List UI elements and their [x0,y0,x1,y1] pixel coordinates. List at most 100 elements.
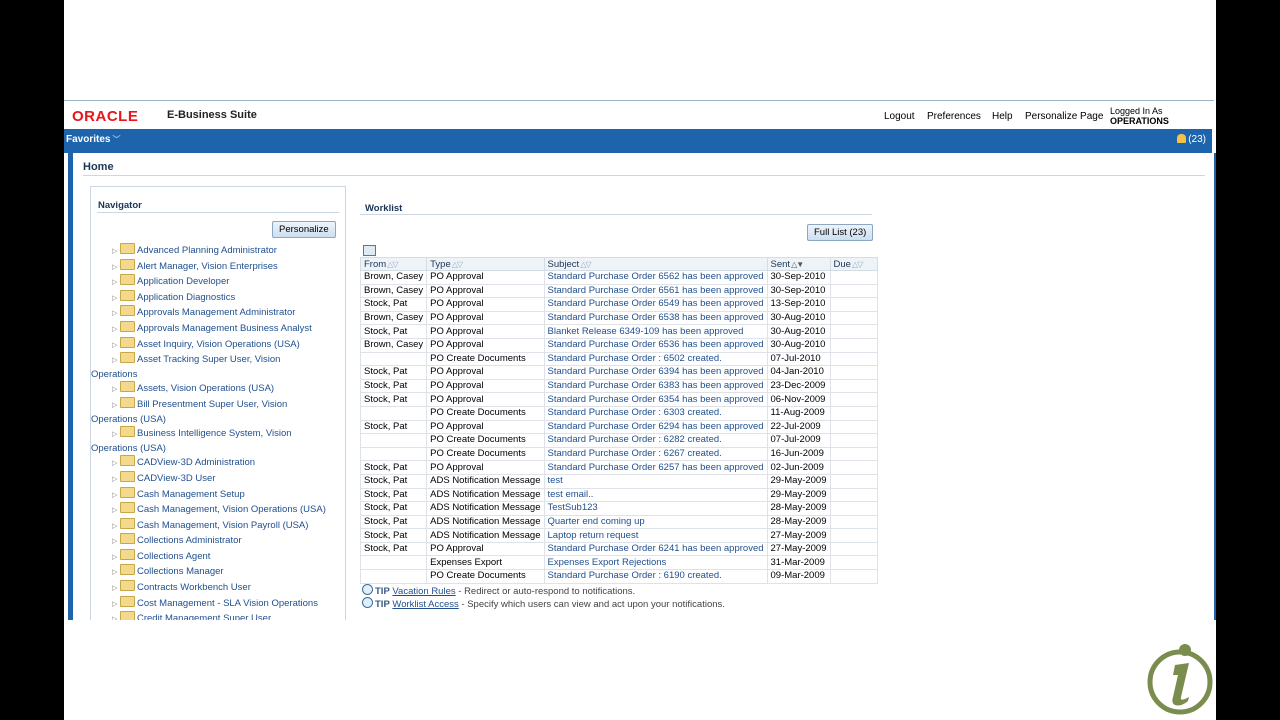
expand-arrow-icon[interactable]: ▷ [112,307,120,321]
personalize-page-link[interactable]: Personalize Page [1025,111,1103,122]
navigator-item[interactable]: ▷ Advanced Planning Administrator [112,243,344,259]
expand-arrow-icon[interactable]: ▷ [112,473,120,487]
navigator-item[interactable]: ▷ Collections Agent [112,548,344,565]
column-header-subject[interactable]: Subject△▽ [543,257,768,271]
expand-arrow-icon[interactable]: ▷ [112,551,120,565]
navigator-item-label-continued[interactable]: Operations (USA) [91,413,344,427]
navigator-item[interactable]: ▷ Approvals Management Business Analyst [112,320,344,337]
subject-link[interactable]: Standard Purchase Order 6294 has been ap… [543,419,768,435]
subject-link[interactable]: Quarter end coming up [543,514,768,530]
navigator-item[interactable]: ▷ Contracts Workbench User [112,580,344,596]
expand-arrow-icon[interactable]: ▷ [112,323,120,337]
subject-link[interactable]: Standard Purchase Order 6536 has been ap… [543,337,768,353]
navigator-item-label[interactable]: Business Intelligence System, Vision [137,428,292,439]
personalize-button[interactable]: Personalize [272,221,336,238]
navigator-item[interactable]: ▷ Cash Management, Vision Operations (USA… [112,502,344,518]
navigator-item-label[interactable]: Credit Management Super User [137,613,271,620]
navigator-item-label[interactable]: Advanced Planning Administrator [137,245,277,256]
navigator-item[interactable]: ▷ Approvals Management Administrator [112,305,344,321]
expand-arrow-icon[interactable]: ▷ [112,457,120,471]
expand-arrow-icon[interactable]: ▷ [112,613,120,620]
subject-link[interactable]: Standard Purchase Order 6561 has been ap… [543,283,768,299]
notifications-button[interactable]: (23) [1177,134,1206,145]
subject-link[interactable]: Standard Purchase Order 6562 has been ap… [543,270,768,285]
subject-link[interactable]: Standard Purchase Order 6257 has been ap… [543,460,768,475]
navigator-item-label[interactable]: Collections Administrator [137,535,242,546]
navigator-item[interactable]: ▷ Cost Management - SLA Vision Operations [112,595,344,612]
expand-arrow-icon[interactable]: ▷ [112,261,120,275]
subject-link[interactable]: test [543,473,768,489]
column-header-sent[interactable]: Sent△▼ [766,257,831,271]
expand-arrow-icon[interactable]: ▷ [112,566,120,580]
navigator-item[interactable]: ▷ CADView-3D User [112,470,344,487]
worklist-access-link[interactable]: Worklist Access [392,599,458,610]
preferences-link[interactable]: Preferences [927,111,981,122]
help-link[interactable]: Help [992,111,1013,122]
expand-arrow-icon[interactable]: ▷ [112,520,120,534]
navigator-item-label[interactable]: Approvals Management Administrator [137,307,295,318]
expand-arrow-icon[interactable]: ▷ [112,504,120,518]
navigator-item-label[interactable]: Asset Inquiry, Vision Operations (USA) [137,339,300,350]
navigator-item[interactable]: ▷ Business Intelligence System, Vision Ope… [91,426,344,455]
navigator-item-label[interactable]: CADView-3D Administration [137,457,255,468]
navigator-item[interactable]: ▷ Cash Management, Vision Payroll (USA) [112,517,344,534]
expand-arrow-icon[interactable]: ▷ [112,535,120,549]
expand-arrow-icon[interactable]: ▷ [112,292,120,306]
navigator-item-label[interactable]: Cash Management Setup [137,489,245,500]
navigator-item[interactable]: ▷ Application Developer [112,274,344,290]
navigator-item-label[interactable]: Cost Management - SLA Vision Operations [137,598,318,609]
expand-arrow-icon[interactable]: ▷ [112,354,120,368]
navigator-item-label[interactable]: Application Developer [137,276,229,287]
navigator-item-label-continued[interactable]: Operations (USA) [91,442,344,456]
navigator-item[interactable]: ▷ Alert Manager, Vision Enterprises [112,258,344,275]
navigator-item-label[interactable]: Alert Manager, Vision Enterprises [137,261,278,272]
subject-link[interactable]: Standard Purchase Order 6549 has been ap… [543,297,768,312]
table-export-icon[interactable] [363,245,376,256]
navigator-item-label[interactable]: Collections Manager [137,566,224,577]
navigator-item[interactable]: ▷ Bill Presentment Super User, Vision Oper… [91,396,344,426]
navigator-item-label[interactable]: Collections Agent [137,551,210,562]
subject-link[interactable]: Standard Purchase Order 6538 has been ap… [543,310,768,326]
navigator-item-label[interactable]: Assets, Vision Operations (USA) [137,383,274,394]
full-list-button[interactable]: Full List (23) [807,224,874,241]
navigator-item[interactable]: ▷ Assets, Vision Operations (USA) [112,381,344,397]
subject-link[interactable]: test email.. [543,487,768,503]
column-header-from[interactable]: From△▽ [359,257,428,271]
navigator-item[interactable]: ▷ CADView-3D Administration [112,455,344,471]
navigator-item-label[interactable]: Cash Management, Vision Payroll (USA) [137,520,308,531]
navigator-item[interactable]: ▷ Cash Management Setup [112,486,344,503]
subject-link[interactable]: Standard Purchase Order 6394 has been ap… [543,365,768,380]
navigator-item-label[interactable]: Approvals Management Business Analyst [137,323,312,334]
navigator-item[interactable]: ▷ Application Diagnostics [112,289,344,306]
navigator-item-label[interactable]: CADView-3D User [137,473,215,484]
expand-arrow-icon[interactable]: ▷ [112,598,120,612]
subject-link[interactable]: Standard Purchase Order 6241 has been ap… [543,541,768,557]
navigator-item[interactable]: ▷ Credit Management Super User [112,611,344,620]
expand-arrow-icon[interactable]: ▷ [112,489,120,503]
navigator-item[interactable]: ▷ Asset Inquiry, Vision Operations (USA) [112,336,344,353]
navigator-item-label[interactable]: Bill Presentment Super User, Vision [137,399,287,410]
expand-arrow-icon[interactable]: ▷ [112,339,120,353]
subject-link[interactable]: Standard Purchase Order : 6502 created. [543,351,768,367]
navigator-item-label[interactable]: Cash Management, Vision Operations (USA) [137,504,326,515]
column-header-type[interactable]: Type△▽ [426,257,545,271]
subject-link[interactable]: Blanket Release 6349-109 has been approv… [543,324,768,339]
subject-link[interactable]: Standard Purchase Order 6383 has been ap… [543,378,768,394]
subject-link[interactable]: Standard Purchase Order : 6267 created. [543,446,768,462]
navigator-item[interactable]: ▷ Asset Tracking Super User, Vision Operat… [91,352,344,381]
subject-link[interactable]: Standard Purchase Order 6354 has been ap… [543,392,768,407]
expand-arrow-icon[interactable]: ▷ [112,245,120,259]
navigator-item-label[interactable]: Application Diagnostics [137,292,235,303]
vacation-rules-link[interactable]: Vacation Rules [392,586,455,597]
subject-link[interactable]: Standard Purchase Order : 6303 created. [543,405,768,421]
expand-arrow-icon[interactable]: ▷ [112,428,120,442]
expand-arrow-icon[interactable]: ▷ [112,399,120,413]
subject-link[interactable]: Standard Purchase Order : 6282 created. [543,433,768,448]
expand-arrow-icon[interactable]: ▷ [112,276,120,290]
subject-link[interactable]: Expenses Export Rejections [543,555,768,571]
expand-arrow-icon[interactable]: ▷ [112,582,120,596]
navigator-item[interactable]: ▷ Collections Manager [112,564,344,580]
navigator-item-label[interactable]: Contracts Workbench User [137,582,251,593]
navigator-item[interactable]: ▷ Collections Administrator [112,533,344,549]
subject-link[interactable]: Standard Purchase Order : 6190 created. [543,569,768,584]
